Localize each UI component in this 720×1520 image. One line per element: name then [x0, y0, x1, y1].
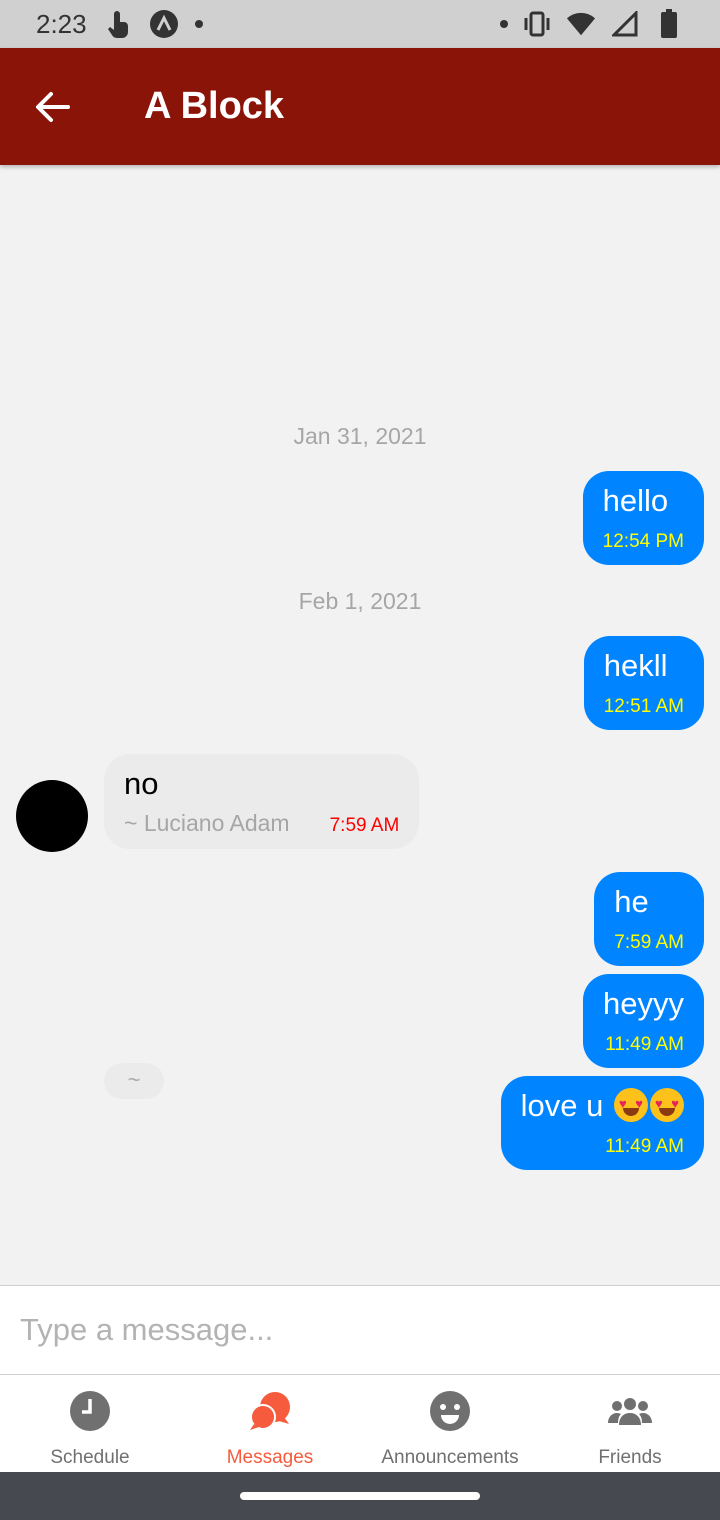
message-sender: ~ Luciano Adam	[124, 810, 290, 836]
notification-dot-icon	[500, 20, 508, 28]
cellular-signal-icon	[610, 9, 640, 39]
message-text: hello	[602, 483, 669, 518]
nav-item-schedule[interactable]: Schedule	[0, 1375, 180, 1472]
clock-icon	[68, 1389, 112, 1433]
message-list[interactable]: Jan 31, 2021 hello 12:54 PM Feb 1, 2021 …	[0, 165, 720, 1285]
nav-label: Friends	[598, 1447, 662, 1468]
message-time: 12:51 AM	[603, 696, 684, 717]
incoming-message[interactable]: no ~ Luciano Adam 7:59 AM	[104, 754, 420, 849]
smiley-icon	[428, 1389, 472, 1433]
notification-dot-icon	[194, 20, 203, 28]
arrow-back-icon	[36, 91, 70, 122]
wifi-icon	[566, 9, 596, 39]
message-time: 11:49 AM	[605, 1034, 684, 1055]
status-bar: 2:23	[0, 0, 720, 48]
touch-icon	[103, 9, 133, 39]
message-input[interactable]	[0, 1286, 720, 1374]
date-separator: Feb 1, 2021	[298, 588, 422, 614]
nav-item-announcements[interactable]: Announcements	[360, 1375, 540, 1472]
message-text: heyyy	[603, 986, 684, 1021]
outgoing-message[interactable]: he 7:59 AM	[594, 872, 704, 966]
back-button[interactable]	[0, 48, 104, 165]
nav-item-messages[interactable]: Messages	[180, 1375, 360, 1472]
outgoing-message[interactable]: heyyy 11:49 AM	[583, 974, 704, 1068]
app-notification-icon	[149, 9, 179, 39]
nav-label: Schedule	[50, 1447, 130, 1468]
outgoing-message[interactable]: hello 12:54 PM	[582, 471, 704, 565]
system-navigation-bar	[0, 1472, 720, 1520]
chat-title: A Block	[144, 85, 285, 127]
message-time: 12:54 PM	[602, 531, 684, 552]
bottom-navigation: Schedule Messages Announcements Friends	[0, 1375, 720, 1472]
status-time: 2:23	[36, 8, 87, 39]
home-gesture-handle[interactable]	[240, 1492, 480, 1500]
vibrate-icon	[522, 9, 552, 39]
outgoing-message[interactable]: hekll 12:51 AM	[583, 636, 704, 730]
typing-indicator: ~	[104, 1063, 164, 1099]
avatar[interactable]	[16, 780, 88, 852]
people-icon	[608, 1389, 652, 1433]
chat-bubbles-icon	[248, 1389, 292, 1433]
message-text: he	[614, 884, 649, 919]
message-time: 7:59 AM	[329, 815, 400, 836]
heart-eyes-emoji-icon: ♥ ♥	[650, 1088, 684, 1122]
nav-item-friends[interactable]: Friends	[540, 1375, 720, 1472]
outgoing-message[interactable]: love u ♥ ♥ ♥ ♥ 11:49 AM	[500, 1076, 704, 1170]
message-text: love u	[520, 1088, 604, 1123]
message-text: hekll	[603, 648, 668, 683]
date-separator: Jan 31, 2021	[293, 423, 427, 449]
heart-eyes-emoji-icon: ♥ ♥	[614, 1088, 648, 1122]
message-text: no	[124, 766, 159, 801]
nav-label: Announcements	[381, 1447, 519, 1468]
message-input-bar	[0, 1285, 720, 1375]
battery-icon	[654, 9, 684, 39]
app-header: A Block	[0, 48, 720, 165]
message-time: 7:59 AM	[614, 932, 684, 953]
nav-label: Messages	[226, 1447, 314, 1468]
message-time: 11:49 AM	[605, 1136, 684, 1157]
